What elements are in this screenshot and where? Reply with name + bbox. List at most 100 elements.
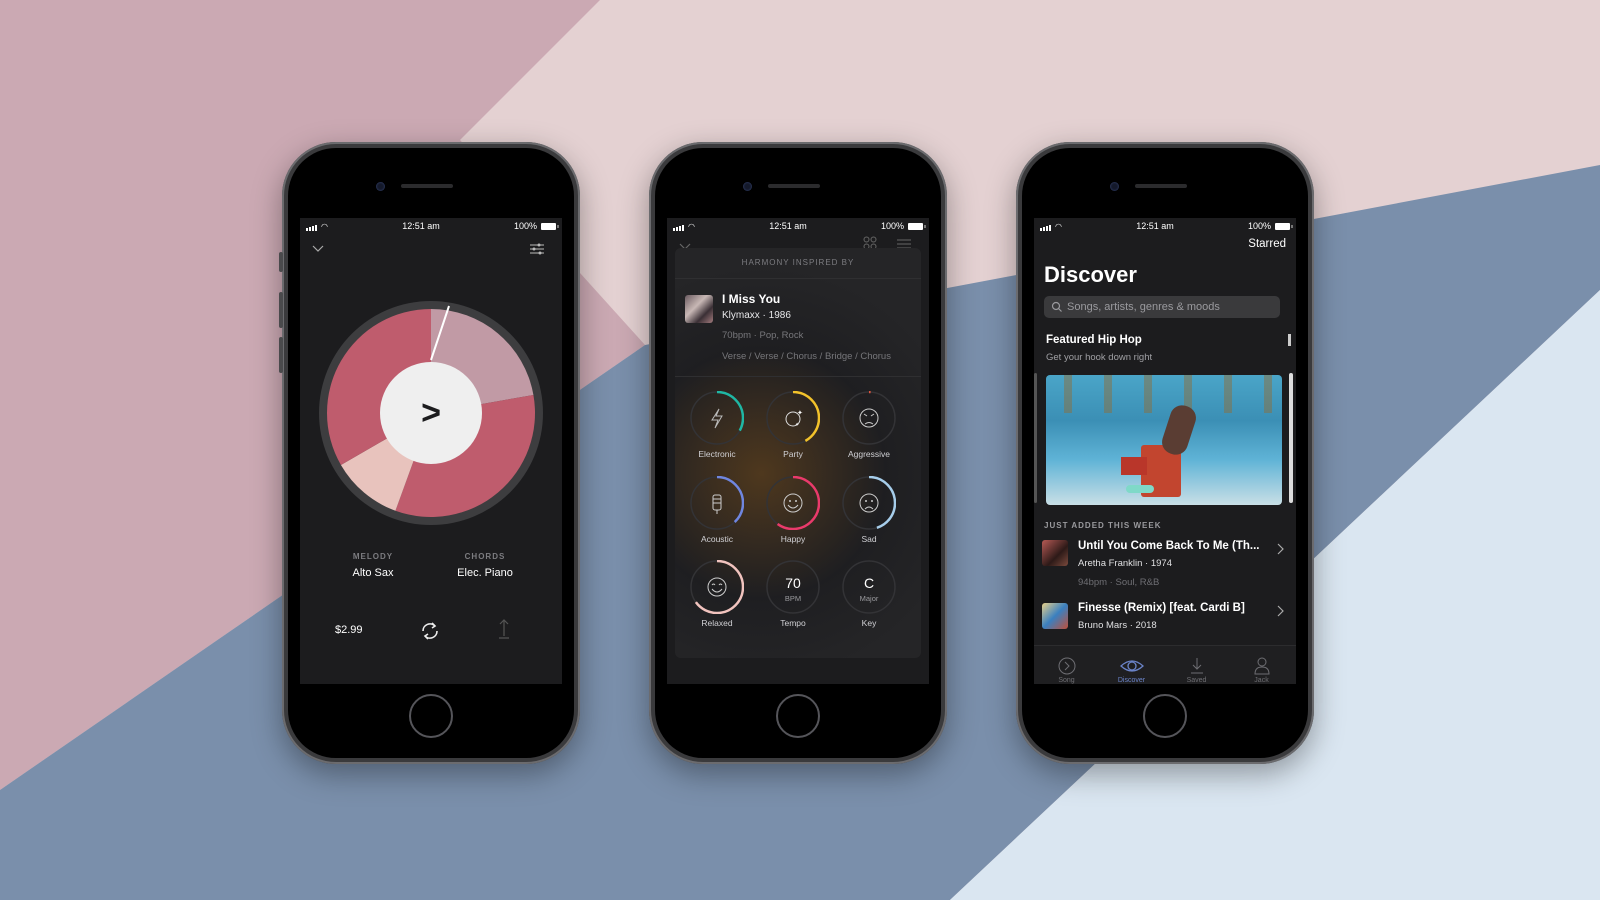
key-unit: Major [860, 594, 879, 603]
key-value: C [864, 575, 874, 591]
person-icon [1253, 657, 1270, 675]
collapse-chevron-icon[interactable] [312, 242, 324, 256]
album-art [685, 295, 713, 323]
phone-harmony: ◠ 12:51 am 100% HARMONY INSPIRED BY I Mi… [649, 142, 947, 764]
share-icon[interactable] [498, 618, 510, 645]
next-card-peek[interactable] [1288, 334, 1291, 346]
mood-label: Happy [780, 534, 806, 544]
refresh-icon[interactable] [419, 620, 441, 647]
mood-party[interactable]: ✦ ✦ Party [765, 391, 821, 459]
tab-discover[interactable]: Discover [1099, 654, 1164, 684]
status-time: 12:51 am [769, 221, 807, 231]
mood-label: Sad [861, 534, 877, 544]
song-artist: Aretha Franklin · 1974 [1078, 558, 1172, 569]
song-title[interactable]: I Miss You [722, 292, 891, 306]
player-screen: ◠ 12:51 am 100% > MELODY Alto Sax CHORDS… [300, 218, 562, 684]
battery-percent: 100% [1247, 221, 1271, 231]
search-input[interactable]: Songs, artists, genres & moods [1044, 296, 1280, 318]
album-art [1042, 540, 1068, 566]
battery-icon [1274, 222, 1293, 230]
status-bar: ◠ 12:51 am 100% [1034, 218, 1296, 234]
prev-card-peek[interactable] [1034, 373, 1037, 503]
mood-label: Acoustic [700, 534, 734, 544]
key-label: Key [861, 618, 877, 628]
song-row[interactable]: Until You Come Back To Me (Th... Aretha … [1042, 540, 1288, 592]
phone-discover: ◠ 12:51 am 100% Starred Discover Songs, … [1016, 142, 1314, 764]
svg-text:✦: ✦ [795, 422, 799, 428]
tab-saved[interactable]: Saved [1164, 654, 1229, 684]
angry-face-icon [842, 391, 896, 445]
phone-player: ◠ 12:51 am 100% > MELODY Alto Sax CHORDS… [279, 142, 580, 764]
chords-value[interactable]: Elec. Piano [440, 567, 530, 579]
harmony-wheel[interactable]: > [318, 300, 544, 526]
starred-button[interactable]: Starred [1248, 238, 1286, 250]
status-bar: ◠ 12:51 am 100% [300, 218, 562, 234]
melody-label: MELODY [352, 552, 394, 561]
status-time: 12:51 am [1136, 221, 1174, 231]
play-circle-icon [1058, 657, 1075, 675]
featured-title[interactable]: Featured Hip Hop [1046, 334, 1142, 346]
mood-aggressive[interactable]: Aggressive [841, 391, 897, 459]
featured-image[interactable] [1046, 375, 1282, 505]
wifi-icon: ◠ [1055, 221, 1062, 231]
relaxed-face-icon [690, 560, 744, 614]
song-title: Finesse (Remix) [feat. Cardi B] [1078, 602, 1245, 614]
mood-tempo[interactable]: 70 BPM Tempo [765, 560, 821, 628]
mood-label: Aggressive [847, 449, 891, 459]
smile-icon [766, 476, 820, 530]
tempo-label: Tempo [780, 618, 806, 628]
song-meta: 94bpm · Soul, R&B [1078, 577, 1160, 588]
signal-icon: ◠ [306, 222, 328, 231]
tempo-unit: BPM [785, 594, 801, 603]
status-bar: ◠ 12:51 am 100% [667, 218, 929, 234]
wifi-icon: ◠ [321, 221, 328, 231]
play-icon: > [421, 394, 441, 432]
status-time: 12:51 am [402, 221, 440, 231]
tab-profile[interactable]: Jack [1229, 654, 1294, 684]
battery-percent: 100% [513, 221, 537, 231]
search-icon [1051, 301, 1062, 312]
featured-subtitle: Get your hook down right [1046, 352, 1153, 363]
melody-value[interactable]: Alto Sax [328, 567, 418, 579]
song-row[interactable]: Finesse (Remix) [feat. Cardi B] Bruno Ma… [1042, 602, 1288, 636]
battery-icon [540, 222, 559, 230]
song-meta: 70bpm · Pop, Rock [722, 330, 804, 341]
lightning-icon [690, 391, 744, 445]
eye-icon [1119, 660, 1144, 672]
home-button[interactable] [776, 694, 820, 738]
home-button[interactable] [409, 694, 453, 738]
chevron-right-icon [1277, 605, 1284, 617]
price-button[interactable]: $2.99 [335, 624, 363, 636]
album-art [1042, 603, 1068, 629]
svg-text:✦: ✦ [797, 409, 803, 417]
mood-acoustic[interactable]: Acoustic [689, 476, 745, 544]
settings-sliders-icon[interactable] [530, 242, 544, 260]
home-button[interactable] [1143, 694, 1187, 738]
tab-bar: Song Discover Saved Jack [1034, 645, 1296, 684]
mood-relaxed[interactable]: Relaxed [689, 560, 745, 628]
disco-ball-icon: ✦✦ [766, 391, 820, 445]
next-card-edge[interactable] [1289, 373, 1293, 503]
signal-icon: ◠ [1040, 222, 1062, 231]
page-title: Discover [1044, 262, 1137, 287]
song-artist: Klymaxx · 1986 [722, 310, 791, 321]
mood-label: Party [783, 449, 803, 459]
chevron-right-icon [1277, 543, 1284, 555]
mood-happy[interactable]: Happy [765, 476, 821, 544]
song-title: Until You Come Back To Me (Th... [1078, 540, 1260, 552]
section-label: JUST ADDED THIS WEEK [1044, 521, 1162, 530]
sad-face-icon [842, 476, 896, 530]
signal-icon: ◠ [673, 222, 695, 231]
song-structure: Verse / Verse / Chorus / Bridge / Chorus [722, 351, 891, 362]
mood-sad[interactable]: Sad [841, 476, 897, 544]
tab-song[interactable]: Song [1034, 654, 1099, 684]
song-artist: Bruno Mars · 2018 [1078, 620, 1157, 631]
battery-percent: 100% [880, 221, 904, 231]
chords-label: CHORDS [464, 552, 506, 561]
harmony-card: HARMONY INSPIRED BY I Miss You Klymaxx ·… [675, 248, 921, 658]
discover-screen: ◠ 12:51 am 100% Starred Discover Songs, … [1034, 218, 1296, 684]
mood-electronic[interactable]: Electronic [689, 391, 745, 459]
mood-key[interactable]: C Major Key [841, 560, 897, 628]
battery-icon [907, 222, 926, 230]
harmony-screen: ◠ 12:51 am 100% HARMONY INSPIRED BY I Mi… [667, 218, 929, 684]
